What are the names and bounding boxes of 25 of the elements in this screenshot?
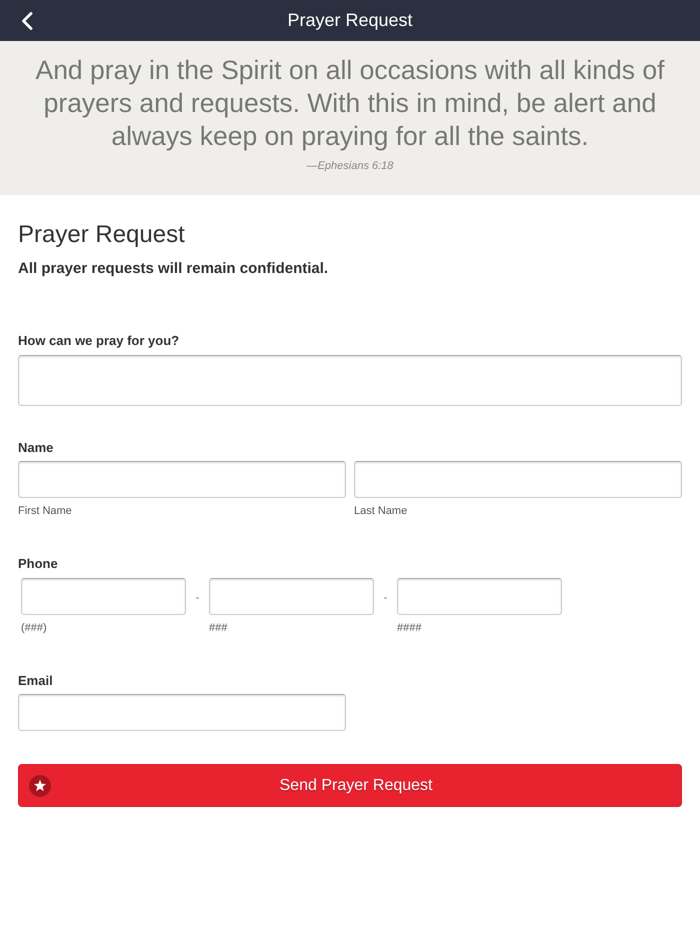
email-input-field[interactable] (18, 694, 346, 731)
field-label: How can we pray for you? (18, 332, 180, 350)
screen-title: Prayer Request (287, 9, 413, 32)
field-hint: (###) (21, 620, 47, 636)
field-hint: ### (209, 620, 228, 636)
field-label: Name (18, 438, 54, 456)
verse-quote: And pray in the Spirit on all occasions with all kinds of prayers and requests. With this in mind, be alert and always keep on praying for all the saints. (34, 54, 666, 153)
form-title: Prayer Request (18, 221, 185, 250)
message-field[interactable] (18, 354, 682, 406)
field-hint: First Name (18, 504, 72, 519)
back-chevron-icon (21, 12, 33, 30)
phone-input-field[interactable] (209, 578, 374, 614)
phone-input-field[interactable] (397, 578, 562, 614)
send-request-button[interactable]: Send Prayer Request (18, 764, 682, 807)
dash-separator: - (194, 590, 200, 606)
verse-citation: —Ephesians 6:18 (306, 160, 394, 172)
confidential-note: All prayer requests will remain confidential. (18, 259, 328, 279)
field-label: Email (18, 672, 53, 690)
field-label: Phone (18, 555, 58, 573)
field-hint: #### (397, 620, 422, 636)
name-input-field[interactable] (18, 461, 346, 498)
name-input-field[interactable] (354, 461, 682, 498)
dash-separator: - (382, 590, 388, 606)
field-hint: Last Name (354, 504, 408, 519)
phone-input-field[interactable] (21, 578, 186, 614)
